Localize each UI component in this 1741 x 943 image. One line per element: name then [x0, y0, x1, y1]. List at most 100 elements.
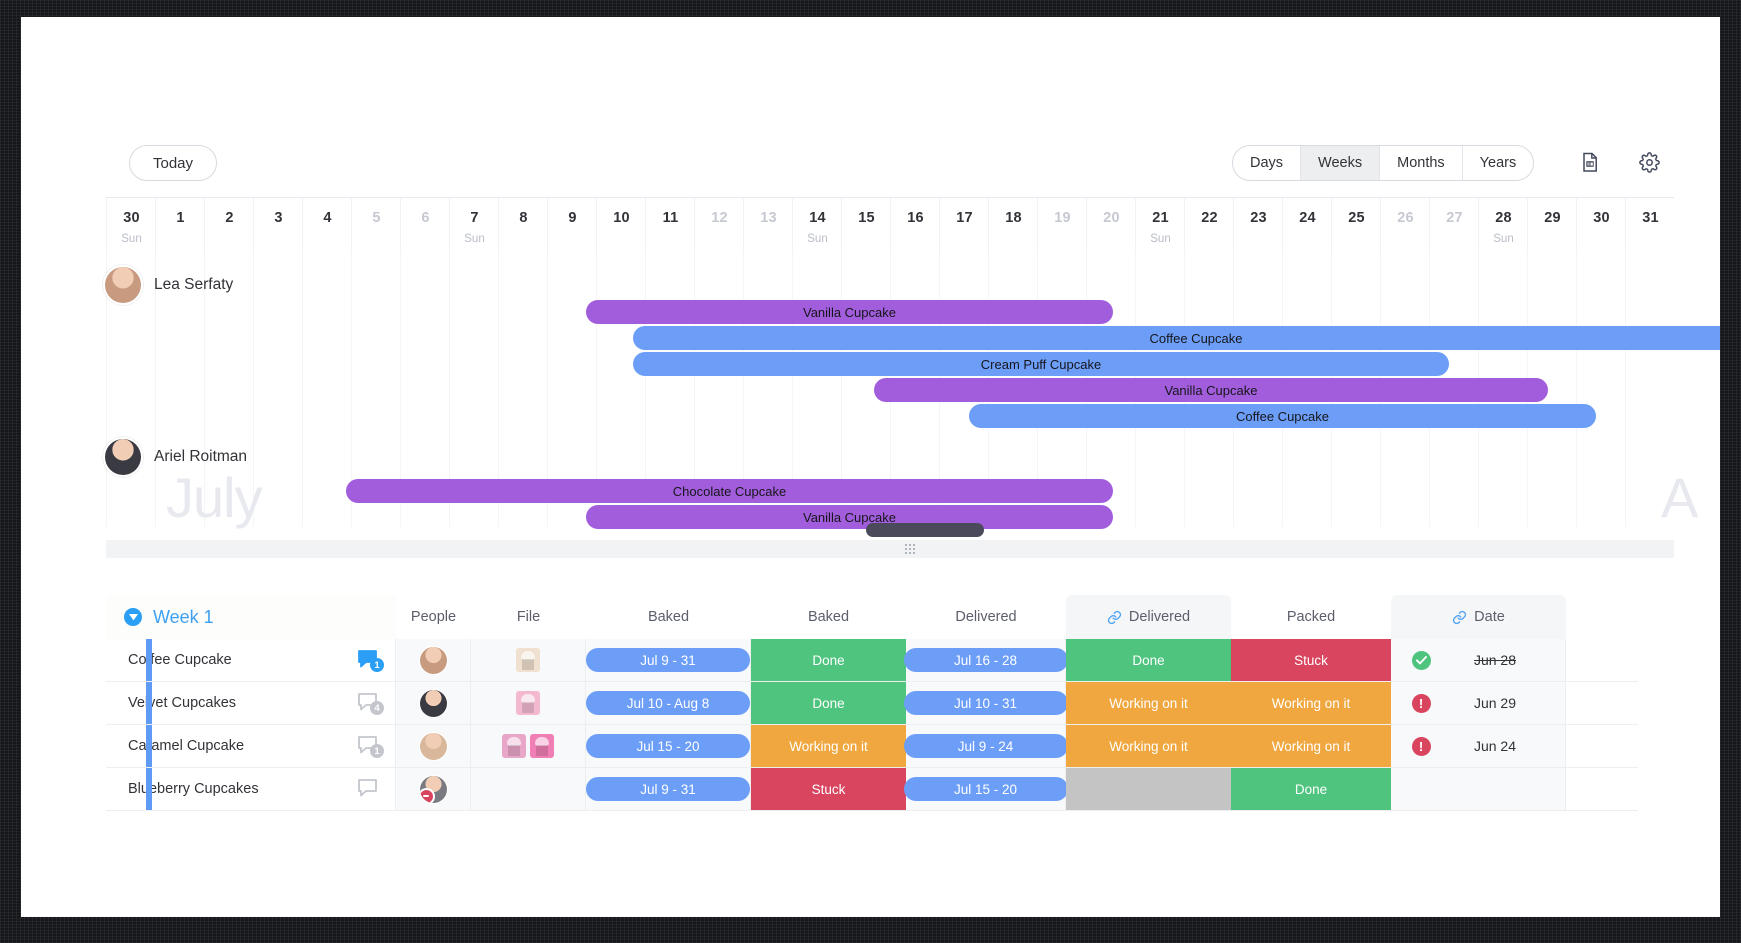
avatar[interactable]: [418, 688, 448, 718]
day-number: 17: [956, 210, 973, 226]
timeline-cell[interactable]: Jul 10 - 31: [903, 682, 1068, 724]
column-header-baked-2[interactable]: Baked: [586, 595, 751, 639]
day-number: 13: [760, 210, 777, 226]
date-cell[interactable]: ! Jun 24: [1391, 725, 1566, 767]
item-name-cell[interactable]: Velvet Cupcakes 4: [106, 682, 396, 724]
collapse-group-icon[interactable]: [124, 608, 142, 626]
column-header-date-7[interactable]: Date: [1391, 595, 1566, 639]
comments-icon[interactable]: 1: [357, 735, 384, 758]
status-cell[interactable]: Stuck: [1231, 639, 1391, 681]
column-header-people-0[interactable]: People: [396, 595, 471, 639]
zoom-level-years[interactable]: Years: [1463, 146, 1534, 180]
zoom-level-days[interactable]: Days: [1233, 146, 1302, 180]
status-cell[interactable]: Working on it: [1066, 725, 1231, 767]
date-cell[interactable]: [1391, 768, 1566, 810]
gantt-bar[interactable]: Vanilla Cupcake: [586, 505, 1113, 529]
status-cell[interactable]: Stuck: [751, 768, 906, 810]
status-cell[interactable]: Done: [1066, 639, 1231, 681]
timeline-cell[interactable]: Jul 10 - Aug 8: [586, 682, 751, 724]
file-thumbnail[interactable]: [516, 691, 540, 715]
people-cell[interactable]: [396, 639, 471, 681]
table-group-header[interactable]: Week 1: [106, 595, 396, 639]
gantt-bar[interactable]: Coffee Cupcake: [633, 326, 1720, 350]
timeline-cell[interactable]: Jul 15 - 20: [903, 768, 1068, 810]
file-thumbnail[interactable]: [530, 734, 554, 758]
zoom-level-months[interactable]: Months: [1380, 146, 1463, 180]
comments-icon[interactable]: [357, 778, 383, 800]
avatar[interactable]: [418, 774, 448, 804]
status-cell[interactable]: Done: [751, 639, 906, 681]
item-name-cell[interactable]: Coffee Cupcake 1: [106, 639, 396, 681]
status-cell[interactable]: Working on it: [751, 725, 906, 767]
column-header-packed-6[interactable]: Packed: [1231, 595, 1391, 639]
status-badge: Done: [1231, 768, 1391, 810]
comments-count: 4: [370, 701, 384, 715]
zoom-level-group[interactable]: Days Weeks Months Years: [1232, 145, 1535, 181]
timeline-day-header: 30 Sun 1 2 3 4 5 6 7 Sun 8 9 10 11 12 13 14 Sun 15 16 17 18 19…: [106, 197, 1674, 253]
people-cell[interactable]: [396, 768, 471, 810]
day-number: 28: [1495, 210, 1512, 226]
file-cell[interactable]: [471, 682, 586, 724]
status-badge: Working on it: [1231, 682, 1391, 724]
status-cell[interactable]: Working on it: [1066, 682, 1231, 724]
table-row[interactable]: Velvet Cupcakes 4 Jul 10 - Aug 8 Done Jul 10…: [106, 682, 1638, 725]
avatar[interactable]: [418, 645, 448, 675]
table-row[interactable]: Blueberry Cupcakes Jul 9 - 31 Stuck Jul 15 …: [106, 768, 1638, 811]
day-number: 20: [1103, 210, 1120, 226]
timeline-cell[interactable]: Jul 9 - 31: [586, 768, 751, 810]
item-name-cell[interactable]: Blueberry Cupcakes: [106, 768, 396, 810]
gantt-person-name: Lea Serfaty: [154, 276, 234, 293]
status-cell[interactable]: Working on it: [1231, 725, 1391, 767]
gantt-bar[interactable]: Vanilla Cupcake: [874, 378, 1548, 402]
column-header-label: Delivered: [955, 609, 1017, 625]
file-thumbnail[interactable]: [502, 734, 526, 758]
table-row[interactable]: Caramel Cupcake 1 Jul 15 - 20 Working on it…: [106, 725, 1638, 768]
gantt-horizontal-scroll-track[interactable]: [106, 540, 1674, 558]
timeline-cell[interactable]: Jul 9 - 31: [586, 639, 751, 681]
gantt-scroll-thumb[interactable]: [866, 523, 984, 537]
date-cell[interactable]: Jun 28: [1391, 639, 1566, 681]
zoom-level-weeks[interactable]: Weeks: [1301, 146, 1381, 180]
file-cell[interactable]: [471, 639, 586, 681]
gantt-bar[interactable]: Cream Puff Cupcake: [633, 352, 1449, 376]
status-cell[interactable]: Working on it: [1231, 682, 1391, 724]
timeline-cell[interactable]: Jul 9 - 24: [903, 725, 1068, 767]
day-number: 30: [123, 210, 140, 226]
status-cell[interactable]: [1066, 768, 1231, 810]
file-thumbnail[interactable]: [516, 648, 540, 672]
column-header-baked-3[interactable]: Baked: [751, 595, 906, 639]
resize-grip-handle[interactable]: [905, 544, 919, 554]
column-header-file-1[interactable]: File: [471, 595, 586, 639]
status-cell[interactable]: Done: [751, 682, 906, 724]
gantt-app: Today Days Weeks Months Years 30 Sun 1 2 3 4 5 6 7 S…: [21, 17, 1720, 917]
timeline-cell[interactable]: Jul 16 - 28: [903, 639, 1068, 681]
people-cell[interactable]: [396, 682, 471, 724]
day-number: 6: [421, 210, 430, 226]
day-number: 16: [907, 210, 924, 226]
date-cell[interactable]: ! Jun 29: [1391, 682, 1566, 724]
gantt-bar[interactable]: Coffee Cupcake: [969, 404, 1596, 428]
file-cell[interactable]: [471, 768, 586, 810]
day-column-9: 9: [547, 198, 597, 253]
export-file-icon[interactable]: [1574, 146, 1606, 178]
people-cell[interactable]: [396, 725, 471, 767]
gantt-bar[interactable]: Vanilla Cupcake: [586, 300, 1113, 324]
status-cell[interactable]: Done: [1231, 768, 1391, 810]
day-number: 27: [1446, 210, 1463, 226]
date-status-icon: !: [1391, 736, 1451, 756]
file-cell[interactable]: [471, 725, 586, 767]
column-header-delivered-5[interactable]: Delivered: [1066, 595, 1231, 639]
column-header-delivered-4[interactable]: Delivered: [906, 595, 1066, 639]
table-row[interactable]: Coffee Cupcake 1 Jul 9 - 31 Done Jul 16 - 28…: [106, 639, 1638, 682]
gear-icon[interactable]: [1633, 146, 1665, 178]
comments-icon[interactable]: 1: [357, 649, 384, 672]
day-column-23: 23: [1233, 198, 1283, 253]
timeline-cell[interactable]: Jul 15 - 20: [586, 725, 751, 767]
gantt-bar[interactable]: Chocolate Cupcake: [346, 479, 1113, 503]
today-button[interactable]: Today: [129, 145, 217, 181]
row-color-bar: [146, 725, 152, 767]
item-name-cell[interactable]: Caramel Cupcake 1: [106, 725, 396, 767]
timeline-pill: Jul 10 - 31: [903, 691, 1068, 715]
comments-icon[interactable]: 4: [357, 692, 384, 715]
avatar[interactable]: [418, 731, 448, 761]
